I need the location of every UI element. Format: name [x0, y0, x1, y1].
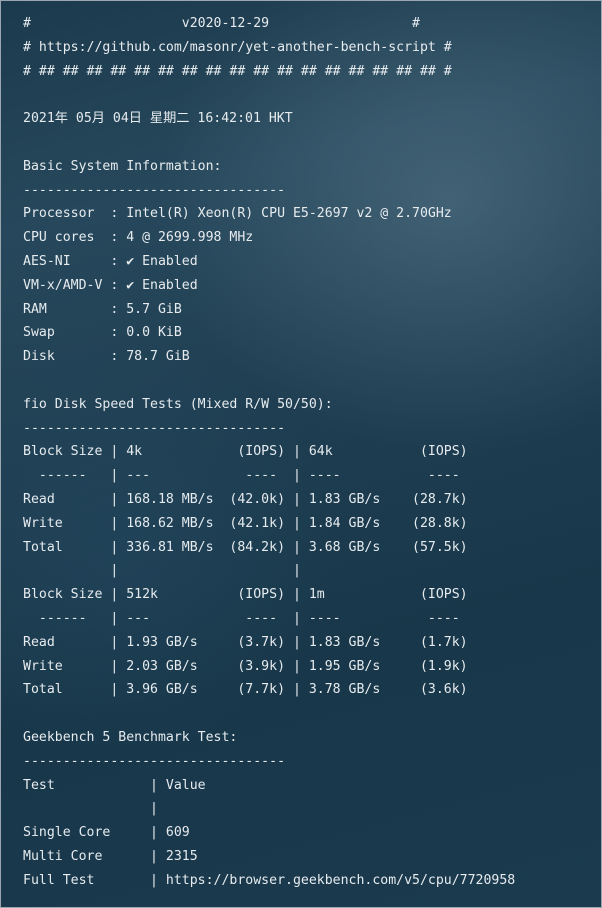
geekbench-table-row: Full Test | https://browser.geekbench.co… — [23, 872, 516, 888]
geekbench-table-row: Multi Core | 2315 — [23, 848, 198, 864]
fio-table-header: Block Size | 4k (IOPS) | 64k (IOPS) — [23, 444, 468, 460]
section-title-geekbench: Geekbench 5 Benchmark Test: — [23, 729, 238, 745]
fio-table-row: Read | 168.18 MB/s (42.0k) | 1.83 GB/s (… — [23, 491, 468, 507]
swap-line: Swap : 0.0 KiB — [23, 325, 182, 341]
fio-table-spacer: | | — [23, 563, 301, 579]
fio-table-header: Block Size | 512k (IOPS) | 1m (IOPS) — [23, 587, 468, 603]
divider-line: --------------------------------- — [23, 753, 286, 769]
section-title-system-info: Basic System Information: — [23, 158, 222, 174]
fio-table-row: Write | 168.62 MB/s (42.1k) | 1.84 GB/s … — [23, 515, 468, 531]
blank-line — [23, 702, 515, 726]
vmx-line: VM-x/AMD-V : ✔ Enabled — [23, 277, 198, 293]
terminal-window: # v2020-12-29 # # https://github.com/mas… — [0, 0, 602, 908]
header-version-line: # v2020-12-29 # — [23, 16, 420, 31]
ram-line: RAM : 5.7 GiB — [23, 301, 182, 317]
terminal-output: # v2020-12-29 # # https://github.com/mas… — [23, 12, 515, 892]
divider-line: --------------------------------- — [23, 420, 286, 436]
processor-line: Processor : Intel(R) Xeon(R) CPU E5-2697… — [23, 206, 452, 222]
geekbench-table-header: Test | Value — [23, 777, 206, 793]
section-title-fio: fio Disk Speed Tests (Mixed R/W 50/50): — [23, 396, 333, 412]
fio-table-row: Total | 336.81 MB/s (84.2k) | 3.68 GB/s … — [23, 539, 468, 555]
header-border-line: # ## ## ## ## ## ## ## ## ## ## ## ## ##… — [23, 63, 452, 79]
header-url-line: # https://github.com/masonr/yet-another-… — [23, 39, 452, 55]
timestamp-line: 2021年 05月 04日 星期二 16:42:01 HKT — [23, 111, 293, 127]
aes-ni-line: AES-NI : ✔ Enabled — [23, 253, 198, 269]
fio-table-row: Read | 1.93 GB/s (3.7k) | 1.83 GB/s (1.7… — [23, 634, 468, 650]
geekbench-table-spacer: | — [23, 801, 158, 817]
blank-line — [23, 83, 515, 107]
cpu-cores-line: CPU cores : 4 @ 2699.998 MHz — [23, 230, 254, 246]
blank-line — [23, 369, 515, 393]
fio-table-row: Total | 3.96 GB/s (7.7k) | 3.78 GB/s (3.… — [23, 682, 468, 698]
fio-table-separator: ------ | --- ---- | ---- ---- — [23, 468, 468, 484]
disk-line: Disk : 78.7 GiB — [23, 349, 190, 365]
blank-line — [23, 131, 515, 155]
geekbench-table-row: Single Core | 609 — [23, 825, 190, 841]
divider-line: --------------------------------- — [23, 182, 286, 198]
fio-table-row: Write | 2.03 GB/s (3.9k) | 1.95 GB/s (1.… — [23, 658, 468, 674]
fio-table-separator: ------ | --- ---- | ---- ---- — [23, 610, 468, 626]
